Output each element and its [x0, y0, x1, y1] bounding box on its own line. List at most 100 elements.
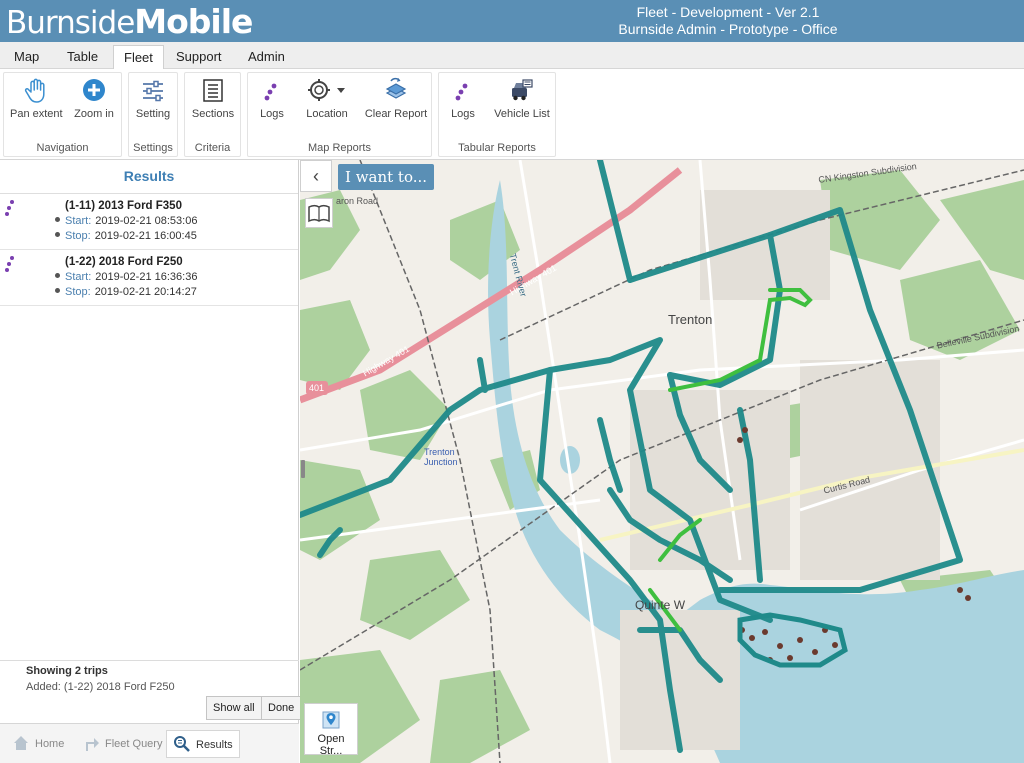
list-document-icon [203, 79, 223, 102]
trip-start-row: Start: 2019-02-21 08:53:06 [55, 215, 197, 227]
group-map-reports-label: Map Reports [308, 142, 371, 154]
results-title: Results [0, 160, 298, 194]
group-settings-label: Settings [133, 142, 173, 154]
start-label: Start: [65, 271, 92, 283]
tab-table[interactable]: Table [57, 45, 108, 69]
eraser-layers-icon [385, 77, 407, 99]
trip-list-item[interactable]: (1-22) 2018 Ford F250 Start: 2019-02-21 1… [0, 250, 298, 306]
trip-start-time: 2019-02-21 16:36:36 [95, 271, 198, 283]
sliders-icon [143, 80, 163, 102]
group-navigation-label: Navigation [36, 142, 89, 154]
map-pin-icon [322, 711, 340, 729]
map-label-quinte: Quinte W [635, 598, 686, 612]
group-settings: Setting Settings [128, 72, 178, 157]
sections-button[interactable]: Sections [189, 77, 237, 120]
trip-stop-row: Stop: 2019-02-21 20:14:27 [55, 286, 197, 298]
header-environment: Fleet - Development - Ver 2.1 [636, 4, 820, 20]
trip-stop-time: 2019-02-21 20:14:27 [94, 286, 197, 298]
group-navigation: Pan extent Zoom in Navigation [3, 72, 122, 157]
trip-name: (1-11) 2013 Ford F350 [65, 200, 182, 212]
vehicle-icon [512, 79, 533, 101]
logs-tabular-label: Logs [451, 108, 475, 120]
sections-label: Sections [191, 108, 235, 120]
tab-support[interactable]: Support [166, 45, 232, 69]
logs-map-label: Logs [260, 108, 284, 120]
pan-extent-button[interactable]: Pan extent [10, 77, 63, 120]
logs-map-button[interactable]: Logs [254, 77, 290, 120]
show-all-button[interactable]: Show all [206, 696, 262, 720]
group-criteria: Sections Criteria [184, 72, 241, 157]
bottom-nav: Home Fleet Query Results [0, 723, 299, 763]
logs-tabular-button[interactable]: Logs [445, 77, 481, 120]
ribbon-toolbar: Pan extent Zoom in Navigation Setting Se… [0, 69, 1024, 160]
basemap-switch-label: Open Str... [317, 733, 345, 757]
turn-arrow-icon [86, 738, 99, 751]
app-header: BurnsideMobile Fleet - Development - Ver… [0, 0, 1024, 42]
group-tabular-reports: Logs Vehicle List Tabular Reports [438, 72, 556, 157]
vehicle-list-button[interactable]: Vehicle List [491, 77, 553, 120]
plus-circle-icon [83, 79, 105, 101]
bookmarks-button[interactable] [305, 198, 333, 228]
stop-label: Stop: [65, 230, 91, 242]
tab-admin[interactable]: Admin [238, 45, 295, 69]
crosshair-dropdown-icon [308, 79, 345, 101]
results-panel: Results (1-11) 2013 Ford F350 Start: 2019… [0, 160, 302, 763]
main-tabs: Map Table Fleet Support Admin [0, 42, 1024, 69]
stop-label: Stop: [65, 286, 91, 298]
tab-fleet[interactable]: Fleet [113, 45, 164, 69]
done-button[interactable]: Done [261, 696, 302, 720]
trip-path-icon [5, 256, 14, 272]
basemap-switch-button[interactable]: Open Str... [304, 703, 358, 757]
logo-part1: Burnside [6, 5, 135, 41]
setting-button[interactable]: Setting [131, 77, 175, 120]
setting-label: Setting [135, 108, 171, 120]
vehicle-list-label: Vehicle List [494, 108, 550, 120]
header-info: Fleet - Development - Ver 2.1 Burnside A… [598, 4, 858, 38]
i-want-to-button[interactable]: I want to... [338, 164, 435, 190]
map-view[interactable]: Trenton Quinte W Curtis Road Highway 401… [300, 160, 1024, 763]
trip-path-icon [5, 200, 14, 216]
map-label-baron-road: aron Road [336, 196, 379, 206]
header-user: Burnside Admin - Prototype - Office [618, 21, 838, 37]
chevron-left-icon: ‹ [313, 166, 319, 186]
collapse-panel-button[interactable]: ‹ [300, 160, 332, 192]
panel-resize-handle[interactable] [301, 460, 305, 478]
tab-map[interactable]: Map [4, 45, 49, 69]
dotted-path-icon [264, 83, 277, 101]
nav-fleet-query-label: Fleet Query [105, 738, 163, 750]
trip-count: Showing 2 trips [26, 665, 108, 677]
added-trip: Added: (1-22) 2018 Ford F250 [26, 681, 175, 693]
nav-home[interactable]: Home [12, 730, 64, 758]
trip-stop-row: Stop: 2019-02-21 16:00:45 [55, 230, 197, 242]
nav-results[interactable]: Results [166, 730, 240, 758]
logo-part2: Mobile [134, 2, 253, 41]
bullet [55, 232, 60, 237]
app-logo: BurnsideMobile [6, 2, 253, 41]
start-label: Start: [65, 215, 92, 227]
trip-list-item[interactable]: (1-11) 2013 Ford F350 Start: 2019-02-21 0… [0, 194, 298, 250]
clear-report-button[interactable]: Clear Report [363, 77, 429, 120]
zoom-in-button[interactable]: Zoom in [70, 77, 118, 120]
nav-home-label: Home [35, 738, 65, 750]
home-icon [14, 736, 28, 750]
zoom-in-label: Zoom in [74, 108, 114, 120]
map-label-trenton-junction: Trenton Junction [424, 447, 458, 467]
pan-extent-label: Pan extent [10, 108, 63, 120]
nav-fleet-query[interactable]: Fleet Query [82, 730, 162, 758]
trip-name: (1-22) 2018 Ford F250 [65, 256, 183, 268]
group-tabular-reports-label: Tabular Reports [458, 142, 536, 154]
book-icon [308, 204, 330, 223]
trip-start-row: Start: 2019-02-21 16:36:36 [55, 271, 197, 283]
basemap [300, 160, 1024, 763]
results-summary: Showing 2 trips Added: (1-22) 2018 Ford … [0, 660, 302, 722]
search-list-icon [174, 736, 190, 752]
bullet [55, 288, 60, 293]
group-criteria-label: Criteria [194, 142, 231, 154]
highway-shield-label: 401 [309, 383, 325, 393]
map-label-trenton: Trenton [668, 312, 713, 327]
group-map-reports: Logs Location Clear Report Map Reports [247, 72, 432, 157]
location-button[interactable]: Location [300, 77, 354, 120]
nav-results-label: Results [196, 739, 233, 751]
trip-stop-time: 2019-02-21 16:00:45 [94, 230, 197, 242]
bullet [55, 273, 60, 278]
